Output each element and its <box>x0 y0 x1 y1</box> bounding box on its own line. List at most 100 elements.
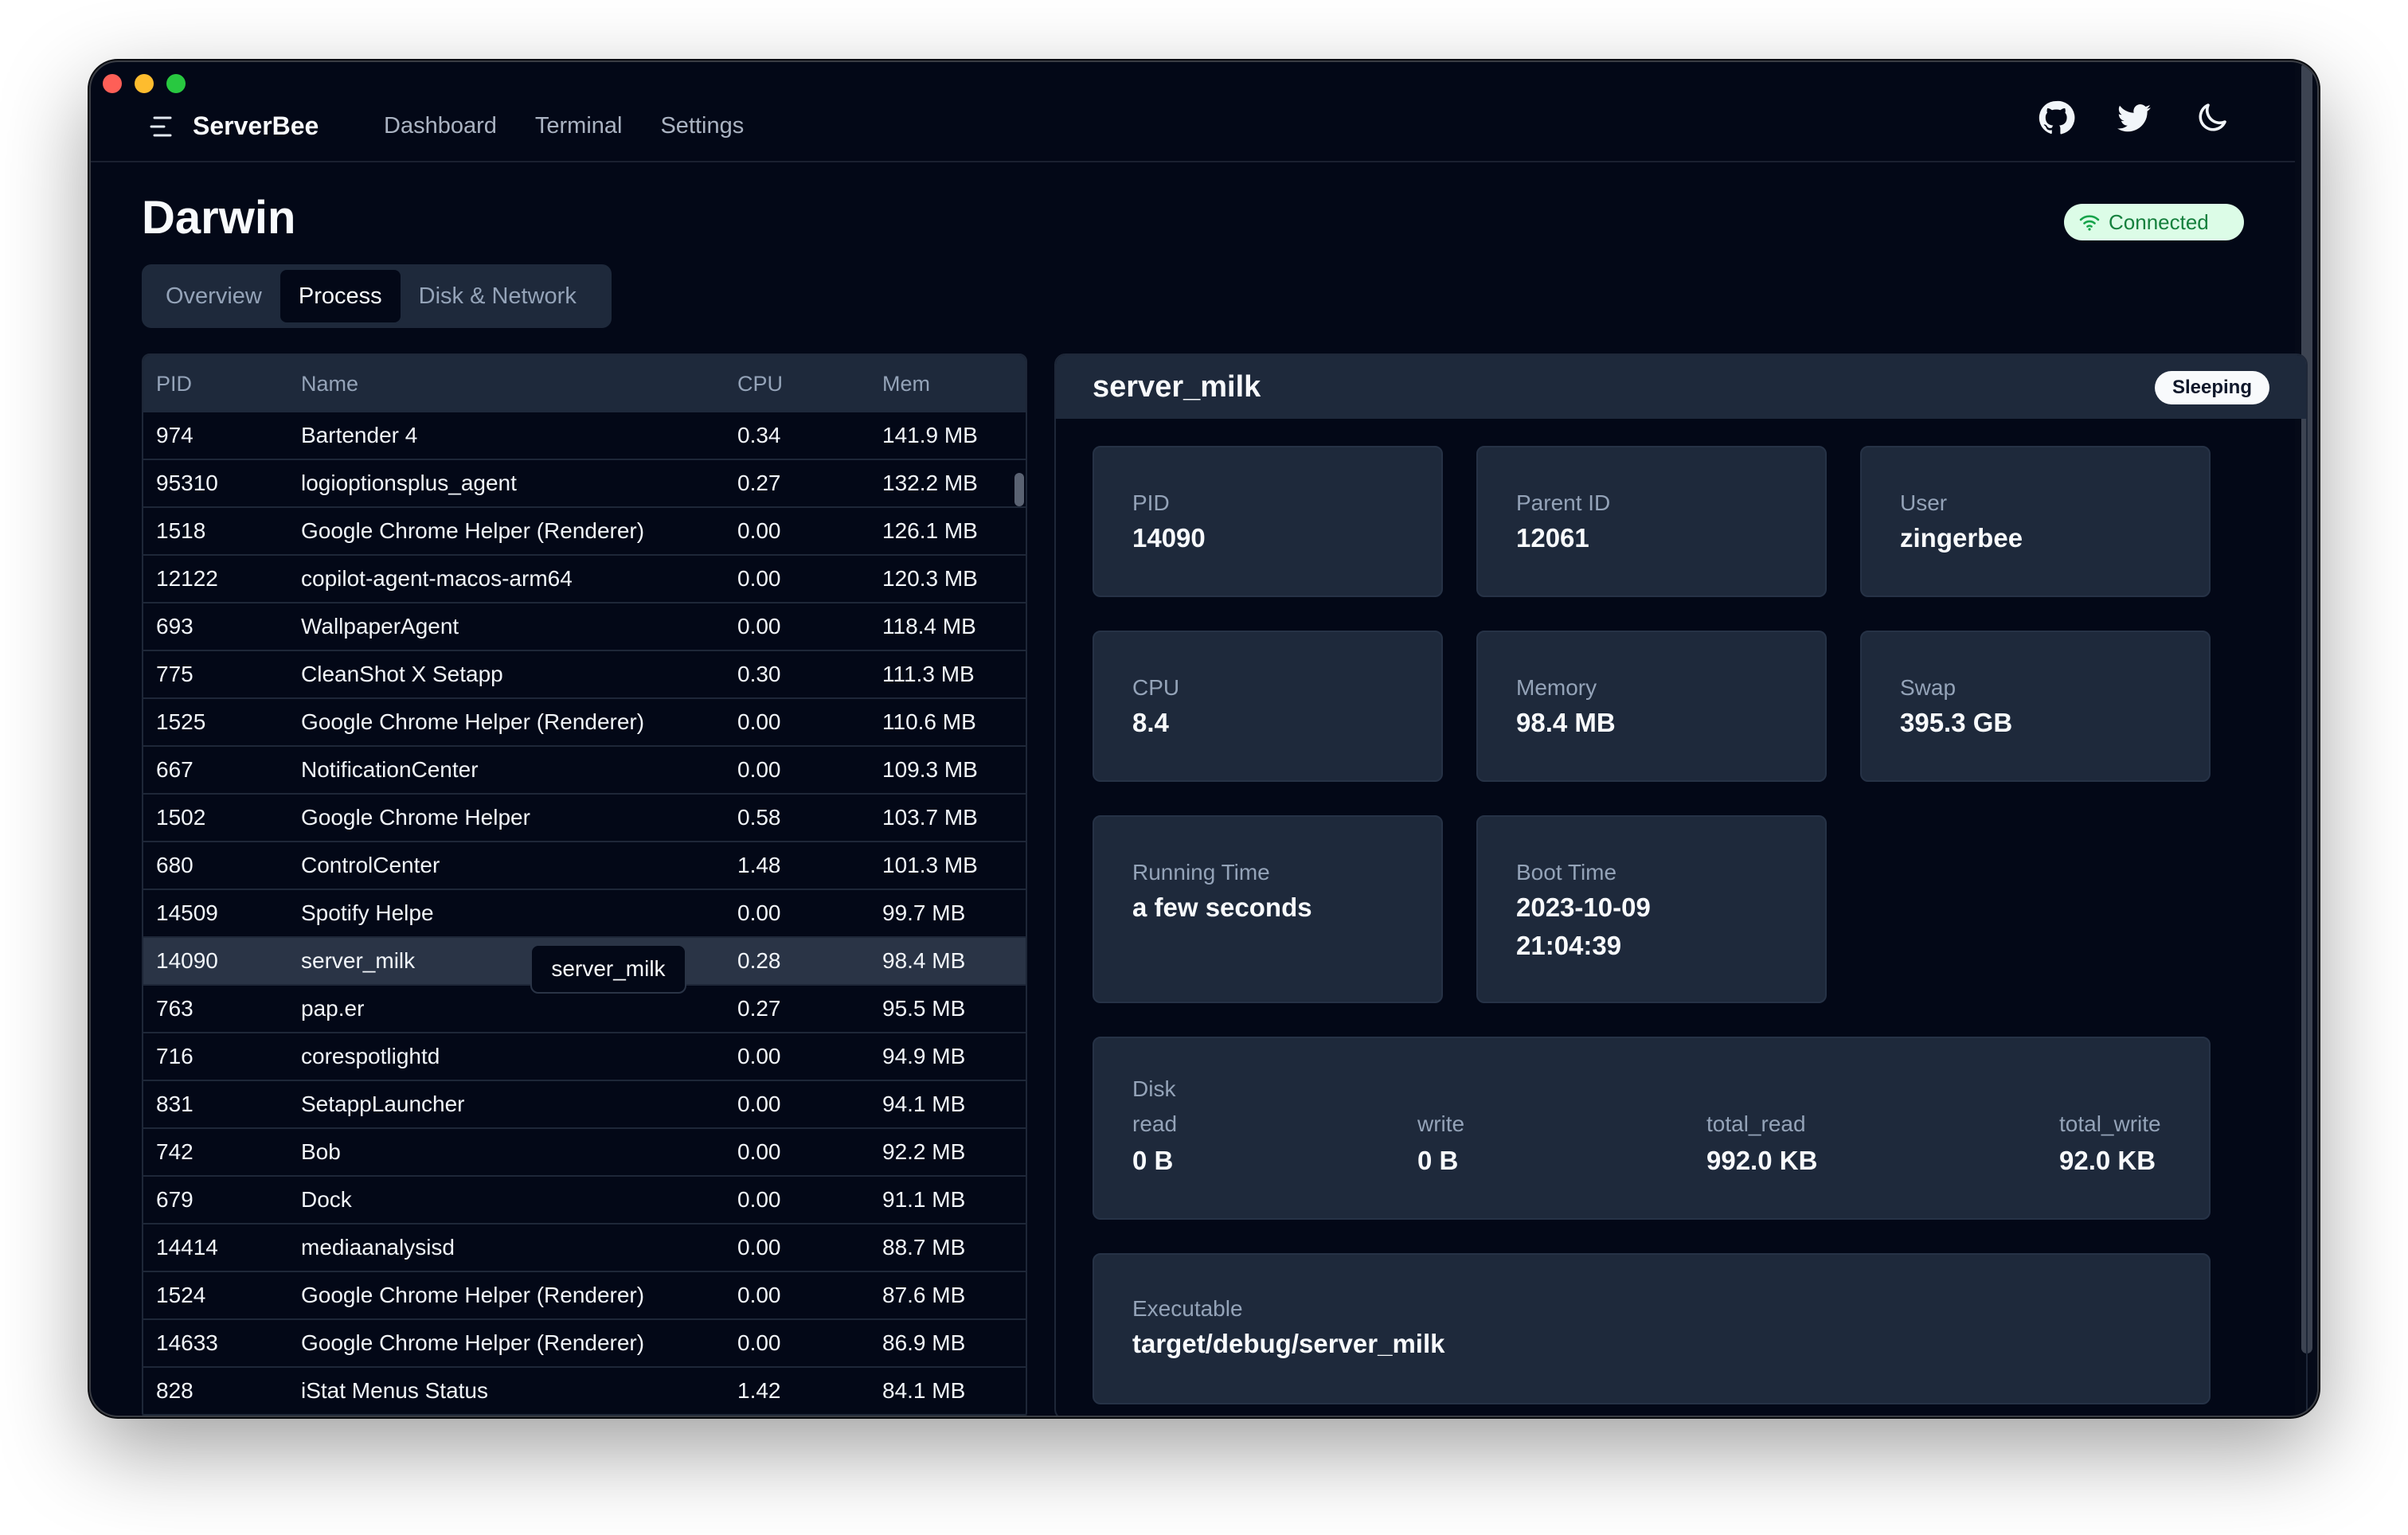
nav-dashboard[interactable]: Dashboard <box>384 108 497 143</box>
disk-total-read-label: total_read <box>1706 1111 1806 1136</box>
cell-pid: 1524 <box>156 1283 206 1307</box>
wifi-icon <box>2078 213 2101 232</box>
table-row[interactable]: 14509 Spotify Helpe 0.00 99.7 MB <box>143 890 1026 938</box>
nav-terminal[interactable]: Terminal <box>535 108 623 143</box>
cell-cpu: 0.00 <box>737 757 781 782</box>
memory-label: Memory <box>1516 675 1597 700</box>
github-icon[interactable] <box>2037 99 2075 137</box>
table-body: 974 Bartender 4 0.34 141.9 MB 95310 logiopti… <box>143 412 1026 1416</box>
table-row[interactable]: 14633 Google Chrome Helper (Renderer) 0.00… <box>143 1320 1026 1368</box>
header-pid[interactable]: PID <box>156 355 192 412</box>
cell-cpu: 0.00 <box>737 614 781 639</box>
cell-pid: 763 <box>156 996 194 1021</box>
disk-write-label: write <box>1417 1111 1465 1136</box>
cell-name: Bob <box>301 1139 341 1164</box>
process-detail-panel: server_milk Sleeping PID 14090 Parent ID… <box>1054 353 2308 1416</box>
cell-mem: 141.9 MB <box>882 423 978 447</box>
menu-icon[interactable] <box>148 115 174 139</box>
twitter-icon[interactable] <box>2115 99 2153 137</box>
cell-name: Google Chrome Helper (Renderer) <box>301 1330 645 1355</box>
table-row[interactable]: 95310 logioptionsplus_agent 0.27 132.2 MB <box>143 460 1026 508</box>
process-table: PID Name CPU Mem 974 Bartender 4 0.34 141.9… <box>142 353 1027 1416</box>
view-tabs: Overview Process Disk & Network <box>142 264 612 328</box>
disk-total-read-value: 992.0 KB <box>1706 1146 1818 1175</box>
table-row[interactable]: 974 Bartender 4 0.34 141.9 MB <box>143 412 1026 460</box>
running-time-label: Running Time <box>1132 860 1270 885</box>
table-row[interactable]: 679 Dock 0.00 91.1 MB <box>143 1177 1026 1224</box>
boot-time-card: Boot Time 2023-10-09 21:04:39 <box>1476 815 1827 1003</box>
cell-cpu: 0.00 <box>737 1139 781 1164</box>
table-row[interactable]: 693 WallpaperAgent 0.00 118.4 MB <box>143 603 1026 651</box>
user-label: User <box>1900 490 1948 515</box>
header-name[interactable]: Name <box>301 355 358 412</box>
cell-pid: 831 <box>156 1092 194 1116</box>
cell-pid: 12122 <box>156 566 218 591</box>
cell-cpu: 0.00 <box>737 1283 781 1307</box>
cell-name: Spotify Helpe <box>301 900 434 925</box>
cell-name: mediaanalysisd <box>301 1235 455 1260</box>
cell-mem: 95.5 MB <box>882 996 966 1021</box>
running-time-value: a few seconds <box>1132 892 1312 922</box>
table-row[interactable]: 1518 Google Chrome Helper (Renderer) 0.00 1… <box>143 508 1026 556</box>
nav-settings[interactable]: Settings <box>660 108 744 143</box>
cell-pid: 1525 <box>156 709 206 734</box>
table-row[interactable]: 1524 Google Chrome Helper (Renderer) 0.00 8… <box>143 1272 1026 1320</box>
disk-card: Disk read 0 B write 0 B total_read 992.0… <box>1093 1037 2211 1220</box>
cell-cpu: 0.00 <box>737 900 781 925</box>
cell-name: Dock <box>301 1187 352 1212</box>
table-row[interactable]: 831 SetappLauncher 0.00 94.1 MB <box>143 1081 1026 1129</box>
disk-write-value: 0 B <box>1417 1146 1459 1175</box>
process-status-badge: Sleeping <box>2154 371 2269 404</box>
cell-pid: 974 <box>156 423 194 447</box>
user-value: zingerbee <box>1900 523 2023 553</box>
cell-mem: 118.4 MB <box>882 614 976 639</box>
pid-card: PID 14090 <box>1093 446 1443 597</box>
cell-mem: 92.2 MB <box>882 1139 966 1164</box>
table-row[interactable]: 1502 Google Chrome Helper 0.58 103.7 MB <box>143 795 1026 842</box>
cell-cpu: 0.00 <box>737 566 781 591</box>
brand-title[interactable]: ServerBee <box>193 108 319 143</box>
page-title: Darwin <box>142 192 296 244</box>
table-row[interactable]: 667 NotificationCenter 0.00 109.3 MB <box>143 747 1026 795</box>
cell-mem: 94.1 MB <box>882 1092 966 1116</box>
moon-icon[interactable] <box>2193 99 2231 137</box>
disk-total-write-label: total_write <box>2059 1111 2161 1136</box>
boot-time-label: Boot Time <box>1516 860 1617 885</box>
swap-value: 395.3 GB <box>1900 708 2013 737</box>
boot-time-date: 2023-10-09 <box>1516 892 1651 922</box>
cell-cpu: 0.00 <box>737 1092 781 1116</box>
cell-pid: 1518 <box>156 518 206 543</box>
table-row[interactable]: 1525 Google Chrome Helper (Renderer) 0.00 1… <box>143 699 1026 747</box>
tab-overview[interactable]: Overview <box>147 270 280 322</box>
table-row[interactable]: 828 iStat Menus Status 1.42 84.1 MB <box>143 1368 1026 1416</box>
cell-pid: 14633 <box>156 1330 218 1355</box>
cell-cpu: 0.30 <box>737 662 781 686</box>
cell-name: pap.er <box>301 996 365 1021</box>
header-cpu[interactable]: CPU <box>737 355 783 412</box>
table-row[interactable]: 12122 copilot-agent-macos-arm64 0.00 120.3 … <box>143 556 1026 603</box>
disk-read: read 0 B <box>1132 1108 1177 1180</box>
cell-pid: 828 <box>156 1378 194 1403</box>
disk-read-value: 0 B <box>1132 1146 1174 1175</box>
table-row[interactable]: 680 ControlCenter 1.48 101.3 MB <box>143 842 1026 890</box>
cell-pid: 1502 <box>156 805 206 830</box>
table-row[interactable]: 742 Bob 0.00 92.2 MB <box>143 1129 1026 1177</box>
table-row[interactable]: 14414 mediaanalysisd 0.00 88.7 MB <box>143 1224 1026 1272</box>
process-name-tooltip: server_milk <box>530 944 686 994</box>
cell-pid: 680 <box>156 853 194 877</box>
table-row[interactable]: 716 corespotlightd 0.00 94.9 MB <box>143 1033 1026 1081</box>
table-row[interactable]: 775 CleanShot X Setapp 0.30 111.3 MB <box>143 651 1026 699</box>
cell-pid: 693 <box>156 614 194 639</box>
memory-card: Memory 98.4 MB <box>1476 631 1827 782</box>
cell-mem: 111.3 MB <box>882 662 975 686</box>
cell-pid: 95310 <box>156 471 218 495</box>
cpu-value: 8.4 <box>1132 708 1169 737</box>
parent-id-value: 12061 <box>1516 523 1589 553</box>
tab-disk-network[interactable]: Disk & Network <box>401 270 595 322</box>
disk-write: write 0 B <box>1417 1108 1464 1180</box>
detail-process-name: server_milk <box>1093 370 1261 404</box>
table-scrollbar-thumb[interactable] <box>1014 473 1024 506</box>
tab-process[interactable]: Process <box>280 270 401 322</box>
header-mem[interactable]: Mem <box>882 355 930 412</box>
cell-mem: 98.4 MB <box>882 948 966 973</box>
